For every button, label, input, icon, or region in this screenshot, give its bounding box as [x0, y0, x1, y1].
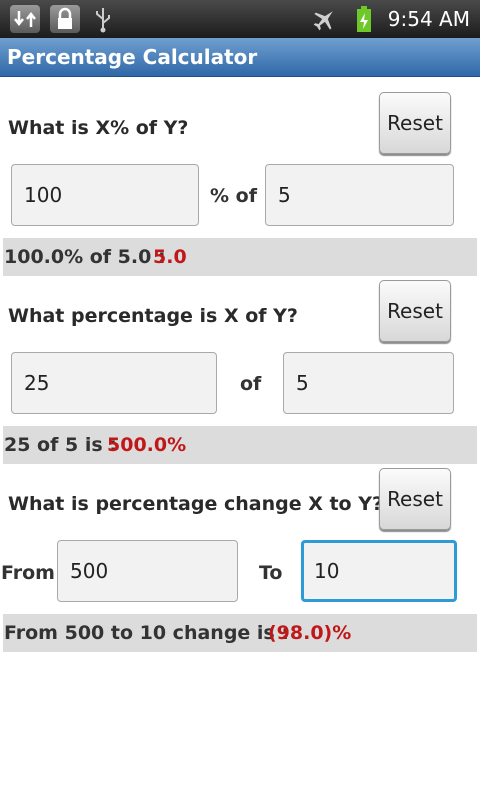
result-label-1: 100.0% of 5.0 :	[4, 246, 166, 268]
reset-button-3[interactable]: Reset	[379, 468, 451, 530]
question-what-percentage: What percentage is X of Y?	[8, 305, 298, 327]
percent-x-input[interactable]	[11, 164, 199, 226]
result-value-1: 5.0	[153, 246, 187, 268]
percent-y-input[interactable]	[265, 164, 454, 226]
percent-of-label: % of	[210, 185, 257, 207]
to-label: To	[259, 562, 283, 584]
change-to-input[interactable]	[301, 540, 457, 602]
status-bar: 9:54 AM	[0, 0, 480, 38]
lock-icon	[50, 5, 80, 33]
question-x-percent-of-y: What is X% of Y?	[8, 117, 189, 139]
app-title-bar: Percentage Calculator	[0, 38, 480, 77]
change-from-input[interactable]	[57, 540, 238, 602]
result-value-2: 500.0%	[107, 434, 187, 456]
usb-icon	[92, 5, 114, 33]
question-percentage-change: What is percentage change X to Y?	[8, 493, 384, 515]
result-bar-2: 25 of 5 is : 500.0%	[3, 426, 477, 464]
result-label-2: 25 of 5 is :	[4, 434, 117, 456]
result-bar-3: From 500 to 10 change is : (98.0)%	[3, 614, 477, 652]
reset-button-1[interactable]: Reset	[379, 92, 451, 154]
percentage-y-input[interactable]	[283, 352, 454, 414]
status-time: 9:54 AM	[387, 7, 470, 31]
battery-charging-icon	[354, 5, 374, 33]
from-label: From	[1, 562, 55, 584]
result-bar-1: 100.0% of 5.0 : 5.0	[3, 238, 477, 276]
of-label: of	[240, 373, 262, 395]
airplane-mode-icon	[312, 5, 338, 33]
app-title: Percentage Calculator	[7, 45, 258, 69]
sync-icon	[10, 5, 40, 33]
percentage-x-input[interactable]	[11, 352, 217, 414]
reset-button-2[interactable]: Reset	[379, 280, 451, 342]
result-value-3: (98.0)%	[268, 622, 352, 644]
result-label-3: From 500 to 10 change is :	[4, 622, 289, 644]
